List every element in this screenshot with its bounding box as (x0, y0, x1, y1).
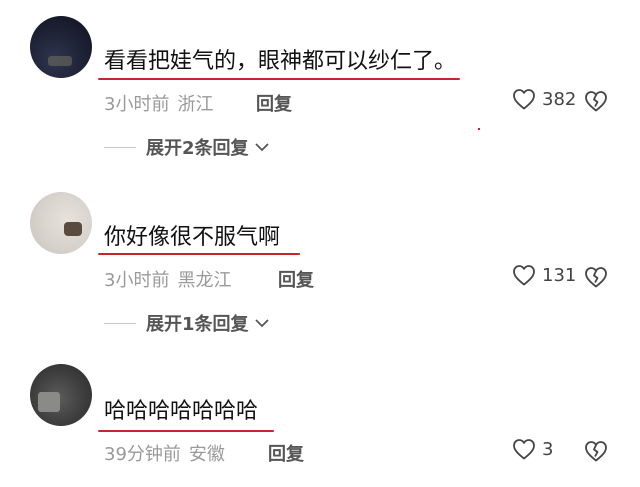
avatar[interactable] (30, 364, 92, 426)
chevron-down-icon (254, 143, 269, 152)
comment-underline (98, 253, 300, 255)
comment-meta: 39分钟前 安徽 (104, 440, 225, 466)
avatar[interactable] (30, 16, 92, 78)
comment-time: 39分钟前 (104, 444, 181, 465)
avatar[interactable] (30, 192, 92, 254)
like-button[interactable]: 382 (512, 88, 576, 110)
comment-underline (98, 78, 460, 80)
comment-location: 黑龙江 (177, 270, 232, 291)
heart-outline-icon (513, 439, 535, 460)
broken-heart-icon[interactable] (584, 266, 608, 288)
like-button[interactable]: 131 (512, 264, 576, 286)
divider-line (104, 322, 136, 324)
comment-underline (98, 430, 274, 432)
divider-line (104, 146, 136, 148)
heart-outline-icon (513, 89, 535, 110)
expand-replies-button[interactable]: 展开2条回复 (104, 134, 271, 160)
comment-time: 3小时前 (104, 270, 170, 291)
broken-heart-icon[interactable] (584, 90, 608, 112)
expand-replies-label: 展开2条回复 (146, 138, 249, 159)
like-count: 3 (542, 438, 554, 460)
artifact-dot (478, 128, 480, 130)
comment-meta: 3小时前 浙江 (104, 90, 213, 116)
heart-outline-icon (513, 265, 535, 286)
expand-replies-button[interactable]: 展开1条回复 (104, 310, 271, 336)
broken-heart-icon[interactable] (584, 440, 608, 462)
comment-text: 看看把娃气的，眼神都可以纱仁了。 (104, 49, 457, 74)
reply-button[interactable]: 回复 (278, 266, 314, 292)
comment-text: 哈哈哈哈哈哈哈 (104, 399, 259, 424)
reply-button[interactable]: 回复 (256, 90, 292, 116)
comment-text: 你好像很不服气啊 (104, 225, 281, 250)
like-count: 131 (542, 264, 577, 286)
comment-time: 3小时前 (104, 94, 170, 115)
comment-meta: 3小时前 黑龙江 (104, 266, 231, 292)
like-count: 382 (542, 88, 577, 110)
comment-location: 安徽 (188, 444, 225, 465)
expand-replies-label: 展开1条回复 (146, 314, 249, 335)
chevron-down-icon (254, 319, 269, 328)
comment-location: 浙江 (177, 94, 214, 115)
reply-button[interactable]: 回复 (268, 440, 304, 466)
like-button[interactable]: 3 (512, 438, 553, 460)
